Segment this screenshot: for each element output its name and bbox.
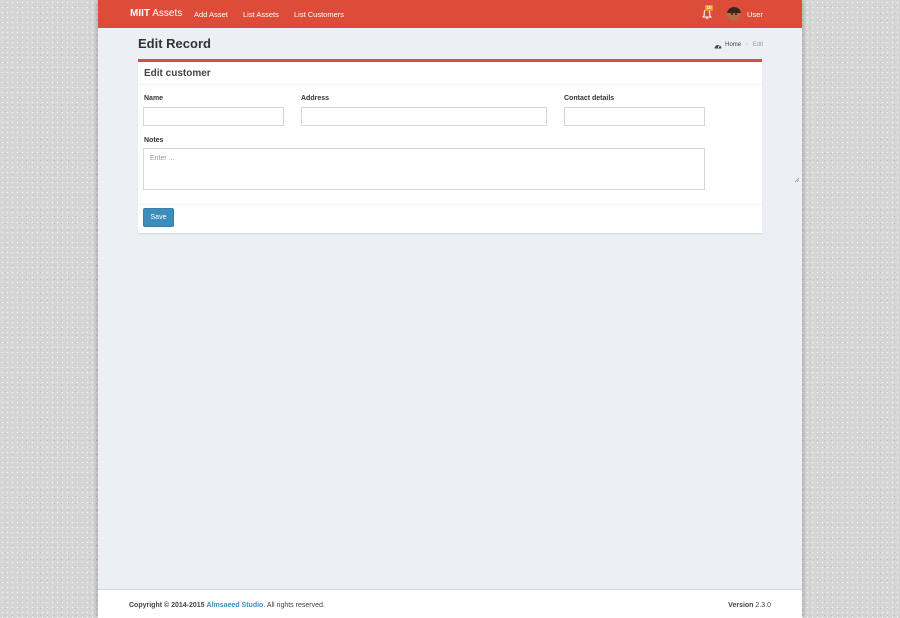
user-menu[interactable]: User	[747, 10, 763, 19]
notification-badge: 10	[705, 5, 713, 11]
nav-list-assets[interactable]: List Assets	[243, 10, 279, 19]
edit-customer-box: Edit customer Name Address Contact detai…	[138, 59, 762, 233]
contact-details-input[interactable]	[564, 107, 705, 126]
copyright-text: Copyright © 2014-2015 Almsaeed Studio. A…	[129, 601, 325, 610]
rights-text: . All rights reserved.	[263, 602, 325, 609]
brand-logo[interactable]: MIIT Assets	[130, 8, 182, 20]
dashboard-icon	[714, 44, 722, 48]
name-label: Name	[144, 95, 164, 102]
breadcrumb-home[interactable]: Home	[725, 41, 741, 49]
nav-add-asset[interactable]: Add Asset	[194, 10, 228, 19]
contact-details-label: Contact details	[564, 95, 615, 102]
company-link[interactable]: Almsaeed Studio	[207, 602, 264, 609]
breadcrumb-separator: >	[745, 42, 749, 48]
version-label: Version	[728, 602, 754, 609]
box-header-divider	[138, 84, 762, 85]
page-title: Edit Record	[138, 36, 211, 51]
brand-light: Assets	[152, 8, 183, 19]
notes-textarea[interactable]	[143, 148, 705, 190]
box-footer-divider	[138, 204, 762, 205]
brand-bold: MIIT	[130, 8, 150, 19]
version-info: Version 2.3.0	[728, 601, 771, 610]
resize-grip-icon[interactable]	[794, 177, 800, 183]
notes-label: Notes	[144, 137, 164, 144]
breadcrumb-current: Edit	[752, 42, 763, 48]
breadcrumb: Home > Edit	[714, 41, 763, 49]
save-button[interactable]: Save	[143, 208, 174, 227]
address-label: Address	[301, 95, 330, 102]
copyright-prefix: Copyright © 2014-2015	[129, 602, 205, 609]
address-input[interactable]	[301, 107, 547, 126]
main-footer: Copyright © 2014-2015 Almsaeed Studio. A…	[98, 589, 802, 618]
top-navbar: MIIT Assets Add Asset List Assets List C…	[98, 0, 802, 28]
name-input[interactable]	[143, 107, 284, 126]
user-avatar[interactable]	[727, 7, 741, 21]
app-wrapper: MIIT Assets Add Asset List Assets List C…	[98, 0, 802, 618]
nav-list-customers[interactable]: List Customers	[294, 10, 344, 19]
version-number: 2.3.0	[755, 602, 771, 609]
box-title: Edit customer	[144, 68, 211, 79]
